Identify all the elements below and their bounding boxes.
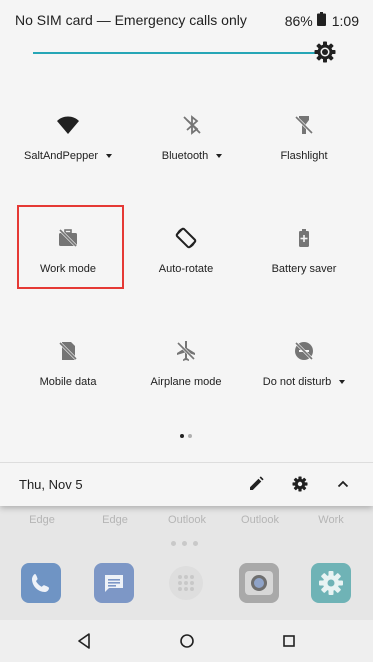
tile-auto-rotate[interactable]: Auto-rotate — [124, 208, 248, 308]
edit-icon[interactable] — [247, 475, 265, 493]
home-app-label: Edge — [102, 514, 128, 526]
brightness-track[interactable] — [33, 52, 331, 54]
tile-flashlight[interactable]: Flashlight — [242, 95, 366, 195]
tile-do-not-disturb[interactable]: Do not disturb — [242, 321, 366, 421]
brightness-thumb-icon[interactable] — [314, 41, 336, 68]
tile-label: Bluetooth — [161, 150, 209, 162]
wifi-icon — [56, 113, 80, 137]
home-app-label: Outlook — [241, 514, 279, 526]
date-text[interactable]: Thu, Nov 5 — [19, 477, 83, 492]
settings-app-icon[interactable] — [311, 563, 351, 603]
quick-settings-footer: Thu, Nov 5 — [0, 462, 373, 507]
airplane-off-icon — [174, 339, 198, 363]
page-dot-active[interactable] — [180, 434, 184, 438]
battery-saver-icon — [292, 226, 316, 250]
tile-battery-saver[interactable]: Battery saver — [242, 208, 366, 308]
status-bar: No SIM card — Emergency calls only 86% 1… — [0, 0, 373, 38]
tile-label: Airplane mode — [150, 376, 222, 388]
tile-bluetooth[interactable]: Bluetooth — [130, 95, 254, 195]
tile-work-mode[interactable]: Work mode — [6, 208, 130, 308]
brightness-slider[interactable] — [0, 38, 373, 70]
dropdown-caret-icon[interactable] — [106, 154, 112, 159]
bluetooth-tile-label-row[interactable]: Bluetooth — [130, 150, 254, 162]
dropdown-caret-icon[interactable] — [339, 380, 346, 385]
dropdown-caret-icon[interactable] — [216, 154, 223, 159]
bluetooth-off-icon — [180, 113, 204, 137]
dnd-tile-label-row[interactable]: Do not disturb — [242, 376, 366, 388]
back-icon[interactable] — [74, 630, 96, 652]
app-drawer-icon[interactable] — [166, 563, 206, 603]
carrier-status-text: No SIM card — Emergency calls only — [15, 12, 247, 28]
navigation-bar — [0, 620, 373, 662]
phone-app-icon[interactable] — [21, 563, 61, 603]
tile-airplane-mode[interactable]: Airplane mode — [124, 321, 248, 421]
tile-label: Do not disturb — [262, 376, 332, 388]
recents-icon[interactable] — [278, 630, 300, 652]
clock: 1:09 — [331, 12, 359, 29]
home-app-label: Outlook — [168, 514, 206, 526]
tile-wifi[interactable]: SaltAndPepper — [6, 95, 130, 195]
tile-label: SaltAndPepper — [24, 150, 98, 162]
wifi-tile-label-row[interactable]: SaltAndPepper — [6, 150, 130, 162]
quick-settings-panel: No SIM card — Emergency calls only 86% 1… — [0, 0, 373, 506]
tile-label: Auto-rotate — [158, 263, 214, 275]
tile-label: Battery saver — [271, 263, 337, 275]
battery-icon — [316, 12, 326, 29]
camera-app-icon[interactable] — [239, 563, 279, 603]
flashlight-off-icon — [292, 113, 316, 137]
home-page-indicator — [171, 541, 198, 546]
home-app-label: Work — [318, 514, 344, 526]
battery-percent: 86% — [284, 12, 313, 29]
quick-settings-page-indicator[interactable] — [180, 434, 192, 438]
settings-icon[interactable] — [291, 475, 309, 493]
home-app-label: Edge — [29, 514, 55, 526]
home-icon[interactable] — [176, 630, 198, 652]
tile-mobile-data[interactable]: Mobile data — [6, 321, 130, 421]
auto-rotate-icon — [174, 226, 198, 250]
tile-label: Work mode — [39, 263, 97, 275]
mobile-data-off-icon — [56, 339, 80, 363]
page-dot[interactable] — [188, 434, 192, 438]
tile-label: Flashlight — [280, 150, 328, 162]
work-off-icon — [56, 226, 80, 250]
do-not-disturb-off-icon — [292, 339, 316, 363]
messages-app-icon[interactable] — [94, 563, 134, 603]
collapse-icon[interactable] — [334, 475, 352, 493]
tile-label: Mobile data — [39, 376, 97, 388]
